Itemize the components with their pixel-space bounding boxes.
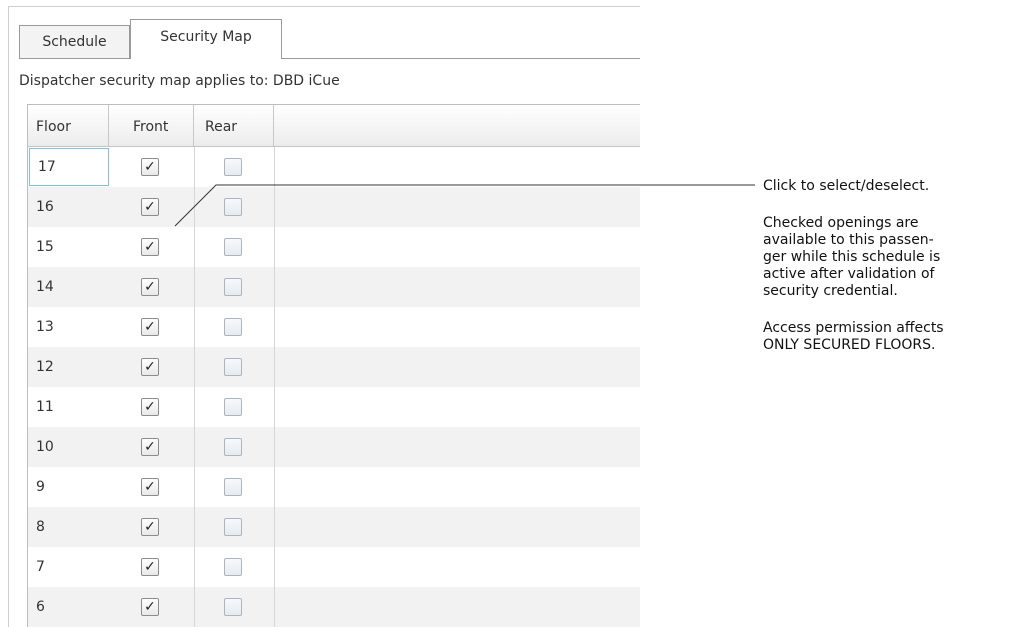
column-divider — [274, 147, 275, 187]
column-header-rear[interactable]: Rear — [194, 105, 274, 146]
column-divider — [194, 267, 195, 307]
floor-cell[interactable]: 7 — [28, 547, 109, 587]
front-checkbox[interactable]: ✓ — [141, 278, 159, 296]
column-divider — [194, 507, 195, 547]
table-row[interactable]: 11 ✓ — [28, 387, 640, 427]
column-divider — [274, 587, 275, 627]
column-header-floor[interactable]: Floor — [28, 105, 109, 146]
rear-checkbox[interactable] — [224, 158, 242, 176]
column-divider — [274, 347, 275, 387]
floor-cell[interactable]: 10 — [28, 427, 109, 467]
table-row[interactable]: 13 ✓ — [28, 307, 640, 347]
column-divider — [194, 147, 195, 187]
column-divider — [274, 547, 275, 587]
column-header-front[interactable]: Front — [109, 105, 194, 146]
table-row[interactable]: 6 ✓ — [28, 587, 640, 627]
floor-cell[interactable]: 8 — [28, 507, 109, 547]
tab-security-map[interactable]: Security Map — [130, 19, 282, 59]
table-row[interactable]: 9 ✓ — [28, 467, 640, 507]
security-map-grid: Floor Front Rear 17 ✓ 16 ✓ 15 ✓ 14 ✓ 13 ✓ 12 ✓ 11 ✓ 10… — [27, 104, 640, 627]
front-checkbox[interactable]: ✓ — [141, 518, 159, 536]
front-checkbox[interactable]: ✓ — [141, 478, 159, 496]
front-checkbox[interactable]: ✓ — [141, 558, 159, 576]
column-divider — [194, 307, 195, 347]
column-divider — [274, 467, 275, 507]
front-checkbox[interactable]: ✓ — [141, 198, 159, 216]
column-divider — [194, 587, 195, 627]
rear-checkbox[interactable] — [224, 238, 242, 256]
table-row[interactable]: 16 ✓ — [28, 187, 640, 227]
front-checkbox[interactable]: ✓ — [141, 358, 159, 376]
column-divider — [194, 547, 195, 587]
callout-warning: Access permission affects ONLY SECURED F… — [763, 320, 944, 353]
floor-cell[interactable]: 11 — [28, 387, 109, 427]
floor-cell[interactable]: 6 — [28, 587, 109, 627]
front-checkbox[interactable]: ✓ — [141, 598, 159, 616]
column-divider — [274, 187, 275, 227]
rear-checkbox[interactable] — [224, 558, 242, 576]
tab-baseline — [19, 58, 640, 59]
table-row[interactable]: 12 ✓ — [28, 347, 640, 387]
column-divider — [194, 347, 195, 387]
floor-cell[interactable]: 12 — [28, 347, 109, 387]
front-checkbox[interactable]: ✓ — [141, 318, 159, 336]
front-checkbox[interactable]: ✓ — [141, 398, 159, 416]
callout-description: Checked openings are available to this p… — [763, 215, 941, 299]
callout-text: Click to select/deselect. Checked openin… — [763, 178, 1027, 354]
table-row[interactable]: 7 ✓ — [28, 547, 640, 587]
table-row[interactable]: 15 ✓ — [28, 227, 640, 267]
callout-instruction: Click to select/deselect. — [763, 178, 930, 194]
floor-cell[interactable]: 17 — [29, 148, 109, 186]
grid-header: Floor Front Rear — [28, 105, 640, 147]
panel-left-border — [8, 6, 9, 627]
column-divider — [194, 427, 195, 467]
column-divider — [274, 307, 275, 347]
grid-rows: 17 ✓ 16 ✓ 15 ✓ 14 ✓ 13 ✓ 12 ✓ 11 ✓ 10 ✓ 9 ✓ 8 ✓ 7 ✓ 6 ✓ — [28, 147, 640, 627]
front-checkbox[interactable]: ✓ — [141, 438, 159, 456]
rear-checkbox[interactable] — [224, 398, 242, 416]
rear-checkbox[interactable] — [224, 198, 242, 216]
rear-checkbox[interactable] — [224, 358, 242, 376]
floor-cell[interactable]: 13 — [28, 307, 109, 347]
column-divider — [194, 227, 195, 267]
tab-schedule[interactable]: Schedule — [19, 25, 130, 58]
rear-checkbox[interactable] — [224, 438, 242, 456]
rear-checkbox[interactable] — [224, 318, 242, 336]
column-divider — [274, 427, 275, 467]
floor-cell[interactable]: 14 — [28, 267, 109, 307]
rear-checkbox[interactable] — [224, 478, 242, 496]
rear-checkbox[interactable] — [224, 598, 242, 616]
column-divider — [274, 387, 275, 427]
column-divider — [194, 387, 195, 427]
column-divider — [194, 467, 195, 507]
column-divider — [274, 267, 275, 307]
front-checkbox[interactable]: ✓ — [141, 158, 159, 176]
table-row[interactable]: 14 ✓ — [28, 267, 640, 307]
rear-checkbox[interactable] — [224, 518, 242, 536]
table-row[interactable]: 10 ✓ — [28, 427, 640, 467]
tab-strip: Schedule Security Map — [19, 19, 640, 59]
column-divider — [194, 187, 195, 227]
rear-checkbox[interactable] — [224, 278, 242, 296]
panel-top-border — [8, 6, 640, 7]
floor-cell[interactable]: 16 — [28, 187, 109, 227]
floor-cell[interactable]: 9 — [28, 467, 109, 507]
front-checkbox[interactable]: ✓ — [141, 238, 159, 256]
table-row[interactable]: 8 ✓ — [28, 507, 640, 547]
floor-cell[interactable]: 15 — [28, 227, 109, 267]
table-row[interactable]: 17 ✓ — [28, 147, 640, 187]
security-map-caption: Dispatcher security map applies to: DBD … — [19, 73, 340, 89]
column-divider — [274, 507, 275, 547]
column-divider — [274, 227, 275, 267]
